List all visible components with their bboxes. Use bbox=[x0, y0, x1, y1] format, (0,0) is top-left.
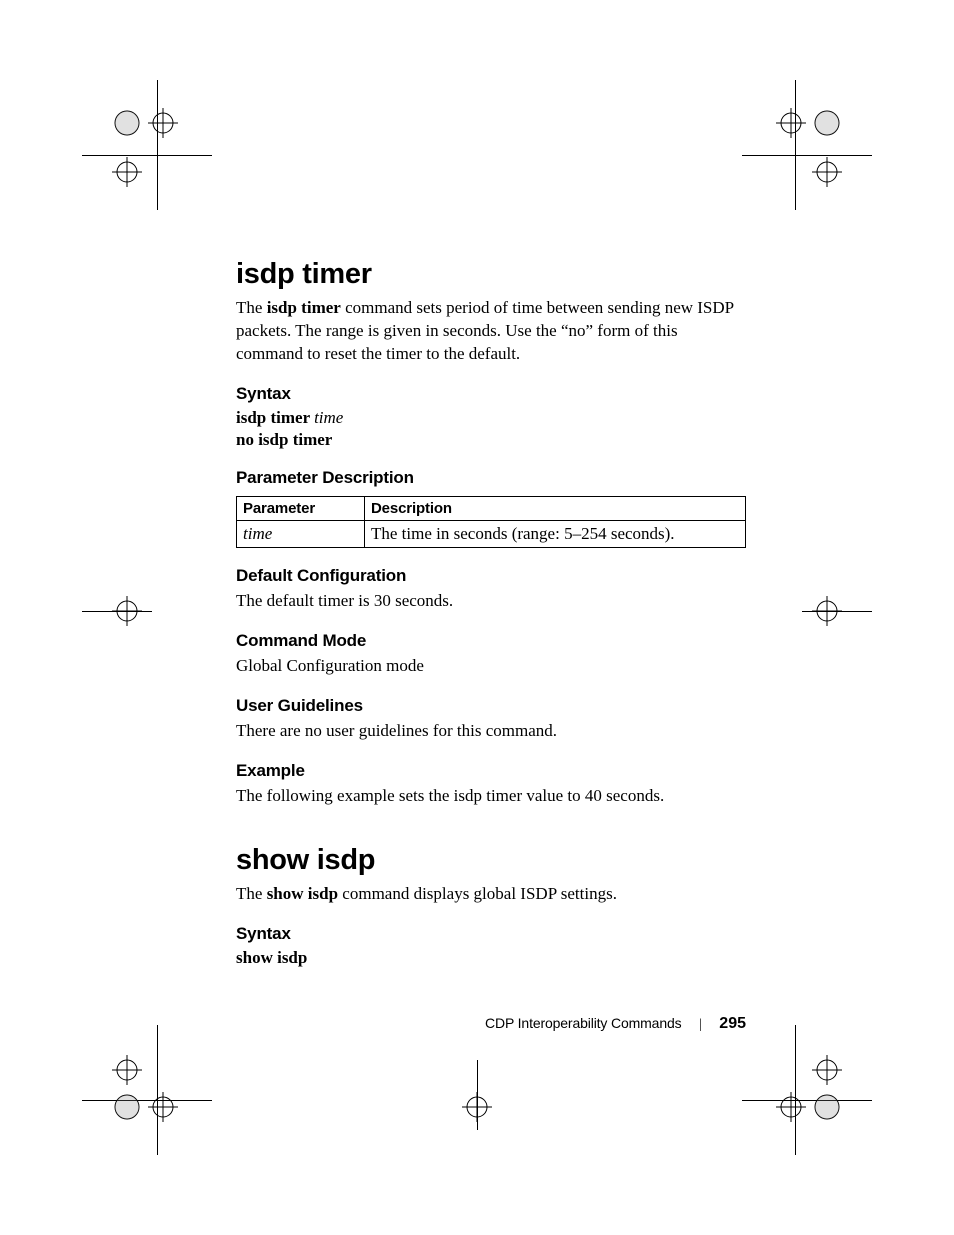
intro-pre: The bbox=[236, 298, 267, 317]
syntax-line-2: no isdp timer bbox=[236, 430, 746, 450]
command-title-show-isdp: show isdp bbox=[236, 844, 746, 877]
registration-mark-icon bbox=[112, 1092, 142, 1122]
crop-line bbox=[157, 1025, 158, 1155]
registration-mark-icon bbox=[112, 108, 142, 138]
crop-line bbox=[82, 1100, 212, 1101]
intro-post-2: command displays global ISDP settings. bbox=[338, 884, 617, 903]
registration-mark-icon bbox=[148, 108, 178, 138]
default-configuration-text: The default timer is 30 seconds. bbox=[236, 590, 746, 613]
crop-line bbox=[802, 611, 872, 612]
footer-separator: | bbox=[699, 1017, 702, 1033]
page-content: isdp timer The isdp timer command sets p… bbox=[236, 258, 746, 970]
registration-mark-icon bbox=[148, 1092, 178, 1122]
intro-pre-2: The bbox=[236, 884, 267, 903]
table-cell-param: time bbox=[237, 520, 365, 547]
crop-line bbox=[477, 1060, 478, 1130]
registration-mark-icon bbox=[112, 1055, 142, 1085]
registration-mark-icon bbox=[812, 1055, 842, 1085]
crop-line bbox=[795, 80, 796, 210]
heading-command-mode: Command Mode bbox=[236, 631, 746, 651]
command-mode-text: Global Configuration mode bbox=[236, 655, 746, 678]
syntax-bold-2: no isdp timer bbox=[236, 430, 332, 449]
page-footer: CDP Interoperability Commands | 295 bbox=[236, 1015, 746, 1033]
heading-user-guidelines: User Guidelines bbox=[236, 696, 746, 716]
registration-mark-icon bbox=[812, 596, 842, 626]
heading-parameter-description: Parameter Description bbox=[236, 468, 746, 488]
syntax-bold-3: show isdp bbox=[236, 948, 307, 967]
table-header-description: Description bbox=[365, 496, 746, 520]
intro-paragraph: The isdp timer command sets period of ti… bbox=[236, 297, 746, 366]
registration-mark-icon bbox=[112, 157, 142, 187]
intro-bold: isdp timer bbox=[267, 298, 341, 317]
syntax-bold: isdp timer bbox=[236, 408, 314, 427]
heading-syntax: Syntax bbox=[236, 384, 746, 404]
crop-line bbox=[157, 80, 158, 210]
registration-mark-icon bbox=[812, 157, 842, 187]
command-title-isdp-timer: isdp timer bbox=[236, 258, 746, 291]
intro-paragraph-2: The show isdp command displays global IS… bbox=[236, 883, 746, 906]
footer-page-number: 295 bbox=[719, 1015, 746, 1032]
table-row: time The time in seconds (range: 5–254 s… bbox=[237, 520, 746, 547]
registration-mark-icon bbox=[776, 1092, 806, 1122]
heading-example: Example bbox=[236, 761, 746, 781]
registration-mark-icon bbox=[112, 596, 142, 626]
crop-line bbox=[742, 1100, 872, 1101]
example-text: The following example sets the isdp time… bbox=[236, 785, 746, 808]
syntax-line-1: isdp timer time bbox=[236, 408, 746, 428]
footer-section-name: CDP Interoperability Commands bbox=[485, 1015, 681, 1031]
crop-line bbox=[82, 155, 212, 156]
registration-mark-icon bbox=[776, 108, 806, 138]
table-cell-desc: The time in seconds (range: 5–254 second… bbox=[365, 520, 746, 547]
registration-mark-icon bbox=[462, 1092, 492, 1122]
intro-bold-2: show isdp bbox=[267, 884, 338, 903]
crop-line bbox=[742, 155, 872, 156]
table-row: Parameter Description bbox=[237, 496, 746, 520]
registration-mark-icon bbox=[812, 108, 842, 138]
user-guidelines-text: There are no user guidelines for this co… bbox=[236, 720, 746, 743]
syntax-ital: time bbox=[314, 408, 343, 427]
crop-line bbox=[795, 1025, 796, 1155]
crop-line bbox=[82, 611, 152, 612]
syntax-line-3: show isdp bbox=[236, 948, 746, 968]
heading-syntax-2: Syntax bbox=[236, 924, 746, 944]
registration-mark-icon bbox=[812, 1092, 842, 1122]
table-header-parameter: Parameter bbox=[237, 496, 365, 520]
heading-default-configuration: Default Configuration bbox=[236, 566, 746, 586]
parameter-table: Parameter Description time The time in s… bbox=[236, 496, 746, 548]
